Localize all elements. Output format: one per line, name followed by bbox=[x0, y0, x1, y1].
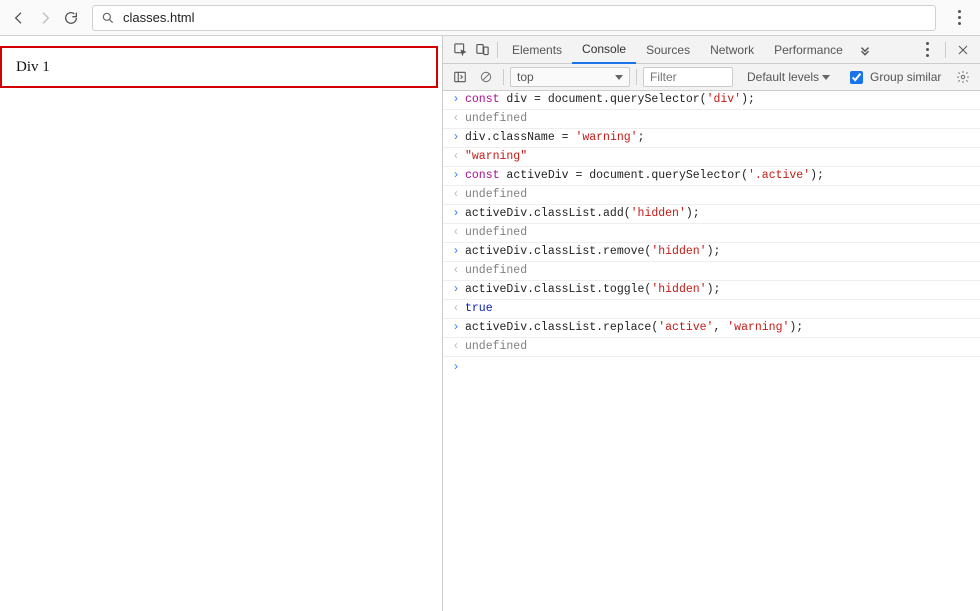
console-input-line: ›const div = document.querySelector('div… bbox=[443, 91, 980, 110]
console-input-line: ›activeDiv.classList.remove('hidden'); bbox=[443, 243, 980, 262]
forward-button[interactable] bbox=[32, 5, 58, 31]
inspect-element-icon[interactable] bbox=[449, 39, 471, 61]
console-line-content: undefined bbox=[465, 338, 980, 356]
separator bbox=[945, 42, 946, 58]
console-line-content: activeDiv.classList.remove('hidden'); bbox=[465, 243, 980, 261]
console-line-content: undefined bbox=[465, 224, 980, 242]
console-line-content: undefined bbox=[465, 186, 980, 204]
input-arrow-icon: › bbox=[447, 129, 465, 147]
console-input-line: ›const activeDiv = document.querySelecto… bbox=[443, 167, 980, 186]
output-arrow-icon: ‹ bbox=[447, 110, 465, 128]
context-label: top bbox=[517, 70, 534, 84]
more-tabs-icon[interactable] bbox=[853, 43, 877, 57]
input-arrow-icon: › bbox=[447, 359, 465, 377]
console-line-content: const div = document.querySelector('div'… bbox=[465, 91, 980, 109]
console-line-content: activeDiv.classList.add('hidden'); bbox=[465, 205, 980, 223]
input-arrow-icon: › bbox=[447, 281, 465, 299]
console-toolbar: top Default levels Group similar bbox=[443, 64, 980, 91]
console-output-line: ‹undefined bbox=[443, 186, 980, 205]
console-input-line: ›div.className = 'warning'; bbox=[443, 129, 980, 148]
output-arrow-icon: ‹ bbox=[447, 148, 465, 166]
devtools-menu-icon[interactable] bbox=[926, 42, 929, 57]
clear-console-icon[interactable] bbox=[475, 66, 497, 88]
input-arrow-icon: › bbox=[447, 205, 465, 223]
console-line-content: activeDiv.classList.replace('active', 'w… bbox=[465, 319, 980, 337]
console-line-content: "warning" bbox=[465, 148, 980, 166]
output-arrow-icon: ‹ bbox=[447, 300, 465, 318]
input-arrow-icon: › bbox=[447, 319, 465, 337]
device-toolbar-icon[interactable] bbox=[471, 39, 493, 61]
reload-button[interactable] bbox=[58, 5, 84, 31]
console-prompt[interactable]: › bbox=[443, 357, 980, 377]
console-input-line: ›activeDiv.classList.replace('active', '… bbox=[443, 319, 980, 338]
div-1-text: Div 1 bbox=[16, 59, 50, 76]
console-filter-input[interactable] bbox=[643, 67, 733, 87]
execution-context-select[interactable]: top bbox=[510, 67, 630, 87]
separator bbox=[497, 42, 498, 58]
toggle-console-sidebar-icon[interactable] bbox=[449, 66, 471, 88]
console-output-line: ‹undefined bbox=[443, 224, 980, 243]
tab-network[interactable]: Network bbox=[700, 36, 764, 63]
url-input[interactable] bbox=[121, 9, 927, 26]
console-output[interactable]: ›const div = document.querySelector('div… bbox=[443, 91, 980, 611]
separator bbox=[636, 69, 637, 85]
console-output-line: ‹undefined bbox=[443, 110, 980, 129]
back-button[interactable] bbox=[6, 5, 32, 31]
close-devtools-button[interactable] bbox=[952, 39, 974, 61]
tab-console[interactable]: Console bbox=[572, 37, 636, 64]
browser-menu-button[interactable] bbox=[944, 5, 974, 31]
search-icon bbox=[101, 11, 115, 25]
chevron-down-icon bbox=[615, 75, 623, 80]
separator bbox=[503, 69, 504, 85]
kebab-icon bbox=[958, 10, 961, 25]
tab-elements[interactable]: Elements bbox=[502, 36, 572, 63]
div-1-box: Div 1 bbox=[0, 46, 438, 88]
console-output-line: ‹true bbox=[443, 300, 980, 319]
input-arrow-icon: › bbox=[447, 167, 465, 185]
console-line-content: true bbox=[465, 300, 980, 318]
input-arrow-icon: › bbox=[447, 243, 465, 261]
console-output-line: ‹"warning" bbox=[443, 148, 980, 167]
output-arrow-icon: ‹ bbox=[447, 262, 465, 280]
tab-sources[interactable]: Sources bbox=[636, 36, 700, 63]
log-levels-select[interactable]: Default levels bbox=[747, 70, 830, 84]
group-similar-label: Group similar bbox=[870, 70, 941, 84]
console-output-line: ‹undefined bbox=[443, 338, 980, 357]
console-line-content: activeDiv.classList.toggle('hidden'); bbox=[465, 281, 980, 299]
devtools-panel: Elements Console Sources Network Perform… bbox=[443, 36, 980, 611]
chevron-down-icon bbox=[822, 75, 830, 80]
input-arrow-icon: › bbox=[447, 91, 465, 109]
devtools-tabbar: Elements Console Sources Network Perform… bbox=[443, 36, 980, 64]
output-arrow-icon: ‹ bbox=[447, 338, 465, 356]
browser-toolbar bbox=[0, 0, 980, 36]
console-settings-icon[interactable] bbox=[952, 66, 974, 88]
console-line-content: div.className = 'warning'; bbox=[465, 129, 980, 147]
tab-performance[interactable]: Performance bbox=[764, 36, 853, 63]
output-arrow-icon: ‹ bbox=[447, 224, 465, 242]
console-line-content: undefined bbox=[465, 262, 980, 280]
address-bar[interactable] bbox=[92, 5, 936, 31]
page-viewport: Div 1 bbox=[0, 36, 443, 611]
group-similar-toggle[interactable]: Group similar bbox=[846, 68, 941, 87]
console-input-line: ›activeDiv.classList.toggle('hidden'); bbox=[443, 281, 980, 300]
group-similar-checkbox[interactable] bbox=[850, 71, 863, 84]
console-output-line: ‹undefined bbox=[443, 262, 980, 281]
levels-label: Default levels bbox=[747, 70, 819, 84]
console-line-content: const activeDiv = document.querySelector… bbox=[465, 167, 980, 185]
output-arrow-icon: ‹ bbox=[447, 186, 465, 204]
console-line-content: undefined bbox=[465, 110, 980, 128]
console-input-line: ›activeDiv.classList.add('hidden'); bbox=[443, 205, 980, 224]
